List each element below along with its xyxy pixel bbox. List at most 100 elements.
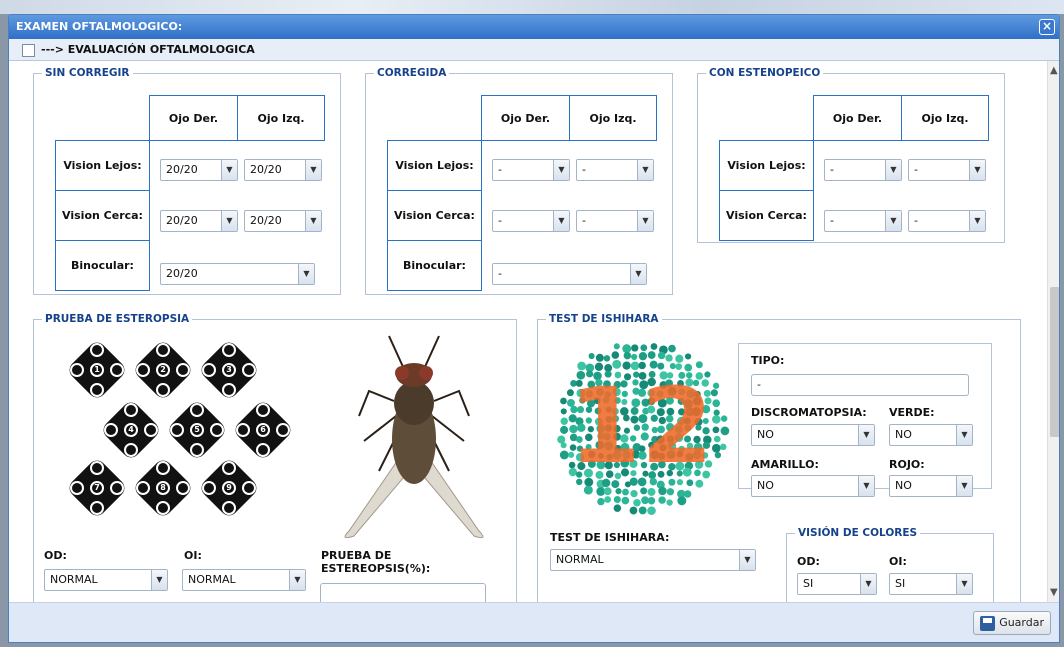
chevron-down-icon[interactable]: ▼ — [553, 211, 569, 231]
stereo-ring — [222, 383, 236, 397]
ishihara-inner-panel: TIPO: - DISCROMATOPSIA: NO ▼ VERDE: NO ▼ A… — [738, 343, 992, 497]
save-button[interactable]: Guardar — [973, 611, 1051, 635]
stereo-ring — [156, 383, 170, 397]
amarillo-select[interactable]: NO ▼ — [751, 475, 875, 497]
chevron-down-icon[interactable]: ▼ — [298, 264, 314, 284]
fly-image — [344, 335, 484, 539]
co-lejos-oi-value: - — [582, 163, 586, 176]
stereo-ring — [136, 481, 150, 495]
desktop-background — [0, 0, 1064, 14]
section-label: ---> EVALUACIÓN OFTALMOLOGICA — [41, 43, 255, 56]
co-cerca-oi-select[interactable]: - ▼ — [576, 210, 654, 232]
plate-dot — [640, 344, 648, 352]
save-label: Guardar — [999, 616, 1044, 629]
plate-dot — [613, 495, 621, 504]
co-lejos-oi-select[interactable]: - ▼ — [576, 159, 654, 181]
window-footer: Guardar — [9, 602, 1059, 642]
discromatopsia-select[interactable]: NO ▼ — [751, 424, 875, 446]
chevron-down-icon[interactable]: ▼ — [858, 476, 874, 496]
chevron-down-icon[interactable]: ▼ — [969, 160, 985, 180]
chevron-down-icon[interactable]: ▼ — [305, 160, 321, 180]
scroll-up-icon[interactable]: ▲ — [1050, 65, 1058, 76]
discromatopsia-value: NO — [757, 428, 774, 441]
plate-dot — [647, 506, 656, 516]
stereo-number: 8 — [156, 481, 170, 495]
vertical-scrollbar[interactable]: ▲ ▼ — [1047, 61, 1059, 602]
plate-dot — [677, 496, 687, 506]
form-content: SIN CORREGIR Ojo Der. Ojo Izq. Vision Le… — [9, 61, 1047, 602]
scroll-down-icon[interactable]: ▼ — [1050, 587, 1058, 598]
collapse-checkbox[interactable] — [22, 43, 35, 57]
sc-lejos-od-select[interactable]: 20/20 ▼ — [160, 159, 238, 181]
chevron-down-icon[interactable]: ▼ — [630, 264, 646, 284]
plate-dot — [665, 354, 673, 362]
estereopsis-input[interactable] — [320, 583, 486, 602]
stereo-ring — [156, 343, 170, 357]
test-ishihara-select[interactable]: NORMAL ▼ — [550, 549, 756, 571]
stereo-ring — [242, 481, 256, 495]
chevron-down-icon[interactable]: ▼ — [860, 574, 876, 594]
stereo-ring — [124, 403, 138, 417]
co-cerca-od-select[interactable]: - ▼ — [492, 210, 570, 232]
stereo-ring — [222, 343, 236, 357]
chevron-down-icon[interactable]: ▼ — [956, 476, 972, 496]
chevron-down-icon[interactable]: ▼ — [956, 574, 972, 594]
es-cerca-od-select[interactable]: - ▼ — [824, 210, 902, 232]
es-cerca-od-value: - — [830, 214, 834, 227]
sc-lejos-oi-select[interactable]: 20/20 ▼ — [244, 159, 322, 181]
stereo-ring — [90, 461, 104, 475]
es-cerca-oi-select[interactable]: - ▼ — [908, 210, 986, 232]
rojo-select[interactable]: NO ▼ — [889, 475, 973, 497]
co-lejos-od-select[interactable]: - ▼ — [492, 159, 570, 181]
estenopeico-title: CON ESTENOPEICO — [709, 67, 821, 79]
plate-dot — [621, 496, 630, 505]
es-lejos-od-select[interactable]: - ▼ — [824, 159, 902, 181]
chevron-down-icon[interactable]: ▼ — [885, 211, 901, 231]
co-binocular-select[interactable]: - ▼ — [492, 263, 647, 285]
scroll-thumb[interactable] — [1050, 287, 1059, 437]
es-lejos-oi-select[interactable]: - ▼ — [908, 159, 986, 181]
stereo-ring — [156, 501, 170, 515]
vision-colores-group: VISIÓN DE COLORES OD: SI ▼ OI: SI ▼ — [786, 527, 994, 602]
chevron-down-icon[interactable]: ▼ — [221, 211, 237, 231]
chevron-down-icon[interactable]: ▼ — [305, 211, 321, 231]
plate-dot — [560, 408, 567, 415]
es-cerca-oi-value: - — [914, 214, 918, 227]
chevron-down-icon[interactable]: ▼ — [739, 550, 755, 570]
chevron-down-icon[interactable]: ▼ — [885, 160, 901, 180]
plate-dot — [622, 344, 632, 354]
chevron-down-icon[interactable]: ▼ — [637, 160, 653, 180]
chevron-down-icon[interactable]: ▼ — [151, 570, 167, 590]
label-vision-cerca: Vision Cerca: — [387, 190, 482, 241]
tipo-input[interactable]: - — [751, 374, 969, 396]
vc-od-value: SI — [803, 577, 814, 590]
chevron-down-icon[interactable]: ▼ — [289, 570, 305, 590]
chevron-down-icon[interactable]: ▼ — [956, 425, 972, 445]
chevron-down-icon[interactable]: ▼ — [637, 211, 653, 231]
amarillo-value: NO — [757, 479, 774, 492]
header-od: Ojo Der. — [813, 95, 902, 141]
sc-lejos-od-value: 20/20 — [166, 163, 198, 176]
stereo-od-select[interactable]: NORMAL ▼ — [44, 569, 168, 591]
stereo-number: 5 — [190, 423, 204, 437]
header-od: Ojo Der. — [149, 95, 238, 141]
chevron-down-icon[interactable]: ▼ — [858, 425, 874, 445]
sc-cerca-oi-select[interactable]: 20/20 ▼ — [244, 210, 322, 232]
chevron-down-icon[interactable]: ▼ — [553, 160, 569, 180]
chevron-down-icon[interactable]: ▼ — [221, 160, 237, 180]
plate-dot — [633, 498, 641, 507]
stereo-oi-select[interactable]: NORMAL ▼ — [182, 569, 306, 591]
plate-dot — [650, 343, 658, 350]
stereo-number: 4 — [124, 423, 138, 437]
stereo-ring — [222, 501, 236, 515]
sc-binocular-select[interactable]: 20/20 ▼ — [160, 263, 315, 285]
sc-cerca-od-select[interactable]: 20/20 ▼ — [160, 210, 238, 232]
vc-od-select[interactable]: SI ▼ — [797, 573, 877, 595]
close-icon[interactable]: × — [1039, 19, 1055, 35]
verde-select[interactable]: NO ▼ — [889, 424, 973, 446]
chevron-down-icon[interactable]: ▼ — [969, 211, 985, 231]
sin-corregir-title: SIN CORREGIR — [45, 67, 130, 79]
sc-cerca-oi-value: 20/20 — [250, 214, 282, 227]
stereo-ring — [90, 501, 104, 515]
vc-oi-select[interactable]: SI ▼ — [889, 573, 973, 595]
